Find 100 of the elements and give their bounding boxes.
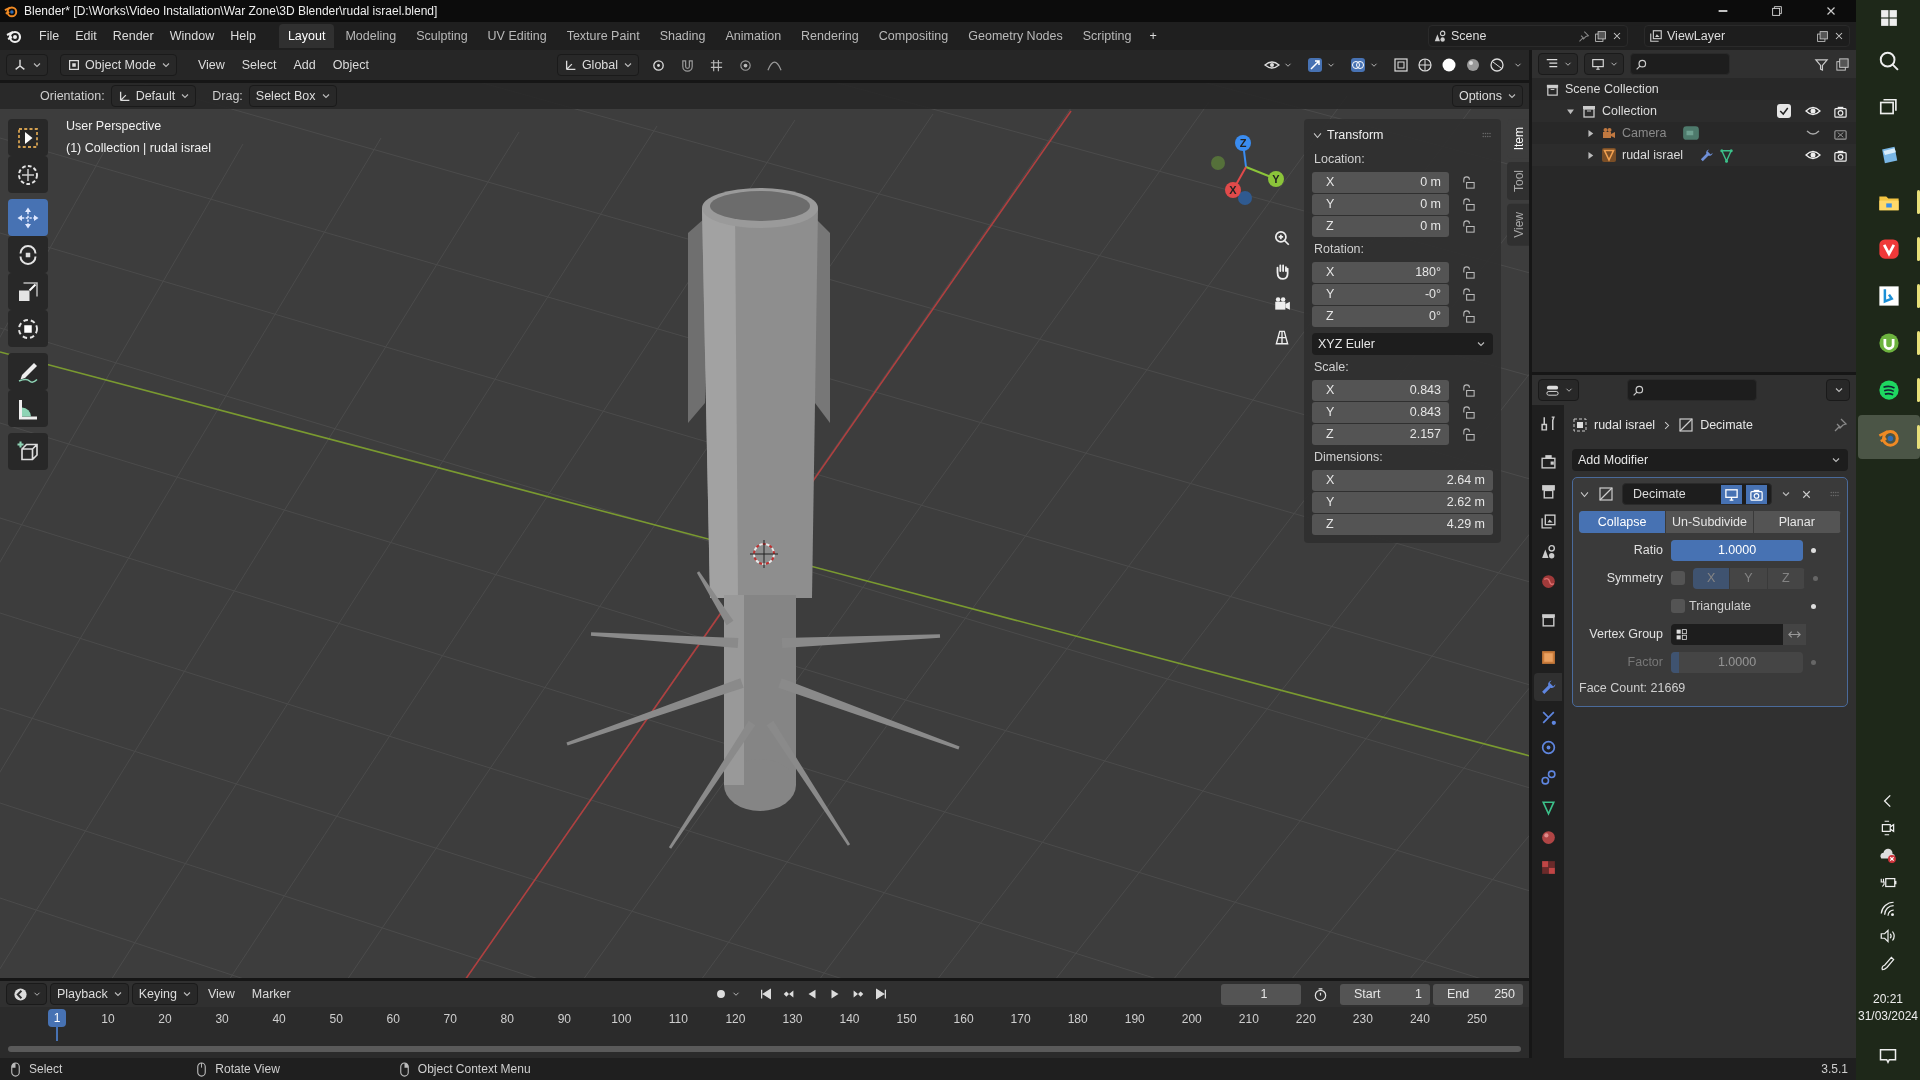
start-frame-field[interactable]: Start 1 (1340, 983, 1430, 1005)
number-field[interactable]: Y 0 m (1312, 194, 1449, 215)
menu-item[interactable]: Edit (68, 25, 104, 47)
workspace-tab[interactable]: UV Editing (478, 24, 556, 48)
field-label: Factor (1626, 653, 1663, 671)
field-label: Vertex Group (1588, 625, 1663, 643)
frame-number: 90 (557, 1011, 571, 1028)
frame-number: 250 (1466, 1011, 1487, 1028)
version-label: 3.5.1 (1821, 1061, 1848, 1078)
modifier-name-field[interactable]: Decimate (1622, 483, 1772, 505)
frame-number: 80 (500, 1011, 514, 1028)
axis-label: Z (1239, 137, 1247, 149)
breadcrumb-object[interactable]: rudal israel (1594, 415, 1656, 435)
menu-item[interactable]: Render (105, 25, 161, 47)
drag-label: Drag: (212, 87, 243, 105)
frame-number: 110 (668, 1011, 688, 1028)
slider-field[interactable]: 1.0000 (1671, 539, 1803, 561)
menu-item[interactable]: Window (162, 25, 222, 47)
window-title: Blender* [D:\Works\Video Installation\War Zone\3D Blender\rudal israel.blend] (24, 3, 438, 20)
frame-field[interactable]: 1 (1221, 983, 1301, 1005)
number-field[interactable]: Y 2.62 m (1312, 492, 1493, 513)
field-label: Symmetry (1605, 569, 1663, 587)
frame-number: 60 (386, 1011, 400, 1028)
view-layer-selector[interactable]: ViewLayer (1644, 25, 1850, 47)
number-field[interactable]: Z 0° (1312, 306, 1449, 327)
menu-item[interactable]: Object (325, 54, 376, 76)
view-name: User Perspective (66, 118, 163, 135)
face-count: Face Count: 21669 (1579, 680, 1687, 697)
number-field[interactable]: X 180° (1312, 262, 1449, 283)
workspace-tab[interactable]: Shading (650, 24, 715, 48)
status-hint: Rotate View (215, 1061, 280, 1078)
menu-item[interactable]: Marker (244, 983, 298, 1005)
mode-tab[interactable]: Collapse (1579, 511, 1667, 533)
frame-number: 230 (1352, 1011, 1373, 1028)
status-hint: Object Context Menu (417, 1061, 531, 1078)
number-field[interactable]: X 0.843 (1312, 380, 1449, 401)
sidebar-tab[interactable]: View (1507, 204, 1529, 247)
add-modifier-dropdown[interactable]: Add Modifier (1572, 449, 1848, 471)
group-label: Rotation: (1313, 241, 1366, 259)
scene-selector[interactable]: Scene (1428, 25, 1628, 47)
drag-dropdown[interactable]: Select Box (248, 85, 337, 107)
frame-number: 160 (953, 1011, 974, 1028)
number-field[interactable]: Z 0 m (1312, 216, 1449, 237)
status-hint: Select (29, 1061, 63, 1078)
current-frame-marker[interactable]: 1 (48, 1009, 66, 1027)
menu-item[interactable]: View (200, 983, 242, 1005)
number-field[interactable]: Y 0.843 (1312, 402, 1449, 423)
menu-dropdown[interactable]: Keying (131, 983, 198, 1005)
frame-number: 210 (1238, 1011, 1259, 1028)
menu-item[interactable]: Help (223, 25, 263, 47)
rotation-mode-dropdown[interactable]: XYZ Euler (1312, 333, 1493, 355)
frame-number: 220 (1295, 1011, 1316, 1028)
menu-item[interactable]: Select (234, 54, 284, 76)
frame-number: 240 (1409, 1011, 1430, 1028)
workspace-tab[interactable]: Scripting (1073, 24, 1141, 48)
workspace-tab[interactable]: Sculpting (407, 24, 477, 48)
orientation-label: Orientation: (40, 87, 105, 105)
frame-number: 180 (1067, 1011, 1088, 1028)
panel-title: Transform (1327, 126, 1384, 144)
orientation-dropdown[interactable]: Global (556, 54, 640, 76)
outliner-item[interactable]: Collection (1602, 101, 1657, 121)
orientation-dropdown[interactable]: Default (110, 85, 197, 107)
field-label: Ratio (1632, 541, 1663, 559)
frame-number: 30 (215, 1011, 229, 1028)
workspace-tab[interactable]: Compositing (869, 24, 958, 48)
add-workspace-button[interactable]: + (1142, 25, 1164, 47)
number-field[interactable]: X 0 m (1312, 172, 1449, 193)
workspace-tab[interactable]: Animation (716, 24, 791, 48)
menu-item[interactable]: View (190, 54, 232, 76)
group-label: Scale: (1313, 359, 1350, 377)
menu-dropdown[interactable]: Playback (50, 983, 129, 1005)
frame-number: 50 (329, 1011, 343, 1028)
frame-number: 20 (158, 1011, 172, 1028)
number-field[interactable]: Y -0° (1312, 284, 1449, 305)
workspace-tab[interactable]: Rendering (792, 24, 868, 48)
workspace-tab[interactable]: Layout (278, 24, 335, 48)
axis-label: Y (1272, 173, 1280, 185)
menu-item[interactable]: File (32, 25, 67, 47)
breadcrumb-modifier[interactable]: Decimate (1700, 415, 1753, 435)
outliner-item[interactable]: Scene Collection (1565, 79, 1659, 99)
group-label: Location: (1313, 151, 1366, 169)
number-field[interactable]: X 2.64 m (1312, 470, 1493, 491)
end-frame-field[interactable]: End 250 (1433, 983, 1523, 1005)
frame-number: 200 (1181, 1011, 1202, 1028)
workspace-tab[interactable]: Modeling (336, 24, 406, 48)
number-field[interactable]: Z 2.157 (1312, 424, 1449, 445)
workspace-tab[interactable]: Geometry Nodes (959, 24, 1072, 48)
clock-time[interactable]: 20:21 (1857, 991, 1919, 1008)
menu-item[interactable]: Add (286, 54, 323, 76)
number-field[interactable]: Z 4.29 m (1312, 514, 1493, 535)
options-dropdown[interactable]: Options (1451, 85, 1523, 107)
workspace-tab[interactable]: Texture Paint (557, 24, 649, 48)
mode-dropdown[interactable]: Object Mode (60, 54, 177, 76)
frame-number: 190 (1124, 1011, 1145, 1028)
sidebar-tab[interactable]: Tool (1507, 162, 1529, 201)
clock-date[interactable]: 31/03/2024 (1857, 1008, 1919, 1025)
outliner-item[interactable]: rudal israel (1622, 145, 1684, 165)
checkbox-label[interactable]: Triangulate (1689, 596, 1752, 616)
frame-number: 130 (782, 1011, 803, 1028)
outliner-item[interactable]: Camera (1622, 123, 1667, 143)
